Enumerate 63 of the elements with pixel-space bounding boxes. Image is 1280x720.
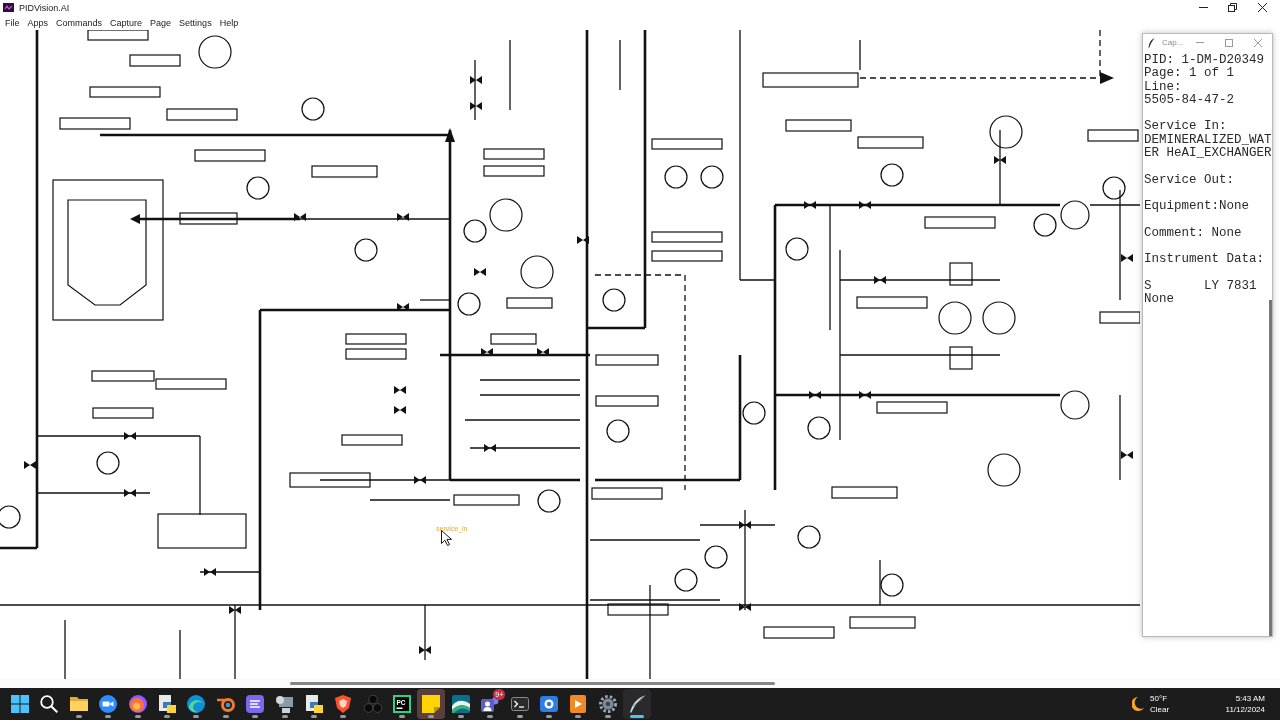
menu-item[interactable]: Apps bbox=[23, 16, 53, 29]
feather-icon bbox=[1148, 37, 1155, 48]
menu-item[interactable]: Help bbox=[215, 16, 243, 29]
close-icon bbox=[1257, 3, 1267, 12]
minimize-icon bbox=[1198, 7, 1208, 8]
start-icon bbox=[11, 695, 29, 713]
window-title: Cap... bbox=[1162, 38, 1184, 47]
wave-globe-icon bbox=[187, 695, 206, 713]
settings-icon bbox=[598, 695, 617, 713]
clock-date: 11/12/2024 bbox=[1225, 704, 1265, 715]
play-file-icon bbox=[569, 695, 588, 713]
script-file-icon bbox=[157, 695, 176, 713]
menu-item[interactable]: Capture bbox=[106, 16, 147, 29]
info-line: Service Out: bbox=[1144, 173, 1234, 187]
people-tile-icon bbox=[481, 695, 500, 713]
window-title: PIDVision.AI bbox=[19, 2, 70, 13]
weather-widget[interactable]: 50°F Clear bbox=[1129, 690, 1173, 718]
info-line: DEMINERALIZED_WAT bbox=[1144, 133, 1272, 147]
folder-icon bbox=[69, 695, 88, 713]
weather-temperature: 50°F bbox=[1150, 693, 1167, 704]
info-line: Instrument Data: bbox=[1144, 253, 1265, 267]
weather-condition: Clear bbox=[1150, 704, 1170, 715]
app-logo-icon bbox=[3, 3, 14, 12]
info-line: PID: 1-DM-D20349 bbox=[1144, 54, 1265, 67]
feather-icon bbox=[628, 695, 647, 713]
taskbar-button[interactable] bbox=[417, 689, 446, 719]
taskbar-button[interactable] bbox=[623, 689, 652, 719]
menu-item[interactable]: Page bbox=[146, 16, 176, 29]
video-camera-icon bbox=[99, 695, 118, 713]
record-icon bbox=[540, 695, 559, 713]
info-line: Line: bbox=[1144, 80, 1182, 94]
script-file-icon bbox=[304, 695, 323, 713]
text-lines-icon bbox=[246, 695, 265, 713]
shield-icon bbox=[334, 695, 353, 713]
scrollbar-thumb[interactable] bbox=[1269, 300, 1272, 636]
menu-item[interactable]: File bbox=[1, 16, 24, 29]
info-line: Equipment:None bbox=[1144, 200, 1250, 214]
info-line: Service In: bbox=[1144, 120, 1227, 134]
horizontal-scrollbar[interactable] bbox=[0, 679, 1280, 688]
network-computer-icon bbox=[275, 695, 294, 713]
info-line: Comment: None bbox=[1144, 226, 1242, 241]
scrollbar-thumb[interactable] bbox=[290, 682, 775, 685]
search-icon bbox=[40, 695, 59, 713]
terminal-icon bbox=[510, 695, 529, 713]
maximize-icon bbox=[1224, 38, 1233, 47]
swirl-circle-icon bbox=[128, 695, 147, 713]
menu-item[interactable]: Settings bbox=[175, 16, 216, 29]
clock-time: 5:43 AM bbox=[1235, 693, 1265, 704]
wave-tile-icon bbox=[451, 695, 470, 713]
orbit-icon bbox=[216, 695, 235, 713]
minimize-icon bbox=[1195, 42, 1204, 43]
sticky-note-icon bbox=[422, 695, 441, 713]
restore-icon bbox=[1228, 3, 1238, 12]
info-line: ER HeAI_EXCHANGER bbox=[1144, 147, 1272, 161]
close-icon bbox=[1253, 38, 1262, 47]
info-line: Page: 1 of 1 bbox=[1144, 67, 1234, 81]
trefoil-icon bbox=[363, 695, 382, 713]
moon-icon bbox=[1132, 697, 1145, 711]
info-line: 5505-84-47-2 bbox=[1144, 93, 1234, 108]
info-line: None bbox=[1144, 293, 1174, 307]
clock-button[interactable]: 5:43 AM 11/12/2024 bbox=[1225, 690, 1265, 718]
info-line: S LY 7831 bbox=[1144, 280, 1257, 294]
menu-item[interactable]: Commands bbox=[52, 16, 107, 29]
